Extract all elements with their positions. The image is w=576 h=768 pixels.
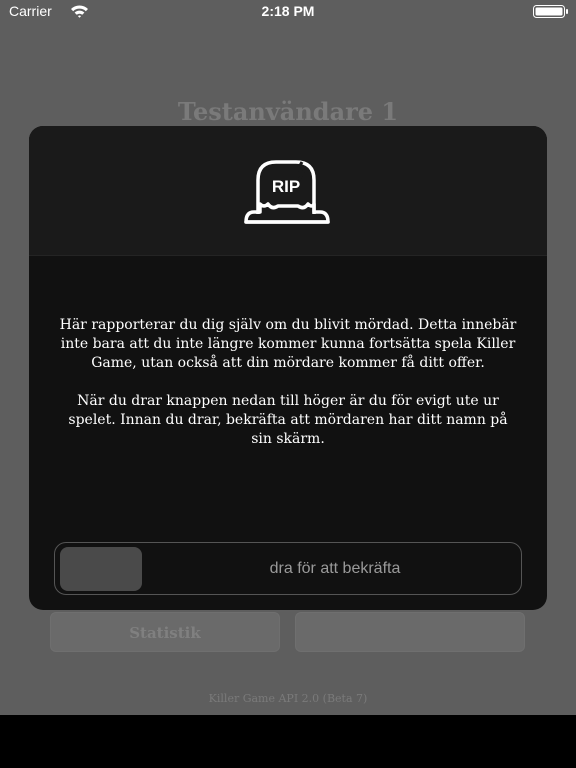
slider-label: dra för att bekräfta xyxy=(269,560,401,577)
user-name-title: Testanvändare 1 xyxy=(177,97,399,126)
dialog-paragraph: Här rapporterar du dig själv om du blivi… xyxy=(59,317,517,371)
dialog-paragraph: När du drar knappen nedan till höger är … xyxy=(68,393,508,447)
rip-icon: RIP xyxy=(244,160,330,224)
dialog-message: Här rapporterar du dig själv om du blivi… xyxy=(59,316,517,449)
slider-thumb[interactable] xyxy=(60,547,142,591)
version-footer: Killer Game API 2.0 (Beta 7) xyxy=(208,692,368,705)
rip-text: RIP xyxy=(272,177,300,196)
confirm-slider[interactable]: dra för att bekräfta xyxy=(54,542,522,595)
secondary-button xyxy=(295,612,525,652)
report-death-dialog: RIP Här rapporterar du dig själv om du b… xyxy=(29,126,547,610)
statistics-button: Statistik xyxy=(50,612,280,652)
battery-icon xyxy=(533,5,568,18)
bottom-area xyxy=(0,715,576,768)
dialog-header: RIP xyxy=(29,126,547,256)
status-time: 2:18 PM xyxy=(261,3,315,19)
status-bar: Carrier 2:18 PM xyxy=(0,0,576,22)
